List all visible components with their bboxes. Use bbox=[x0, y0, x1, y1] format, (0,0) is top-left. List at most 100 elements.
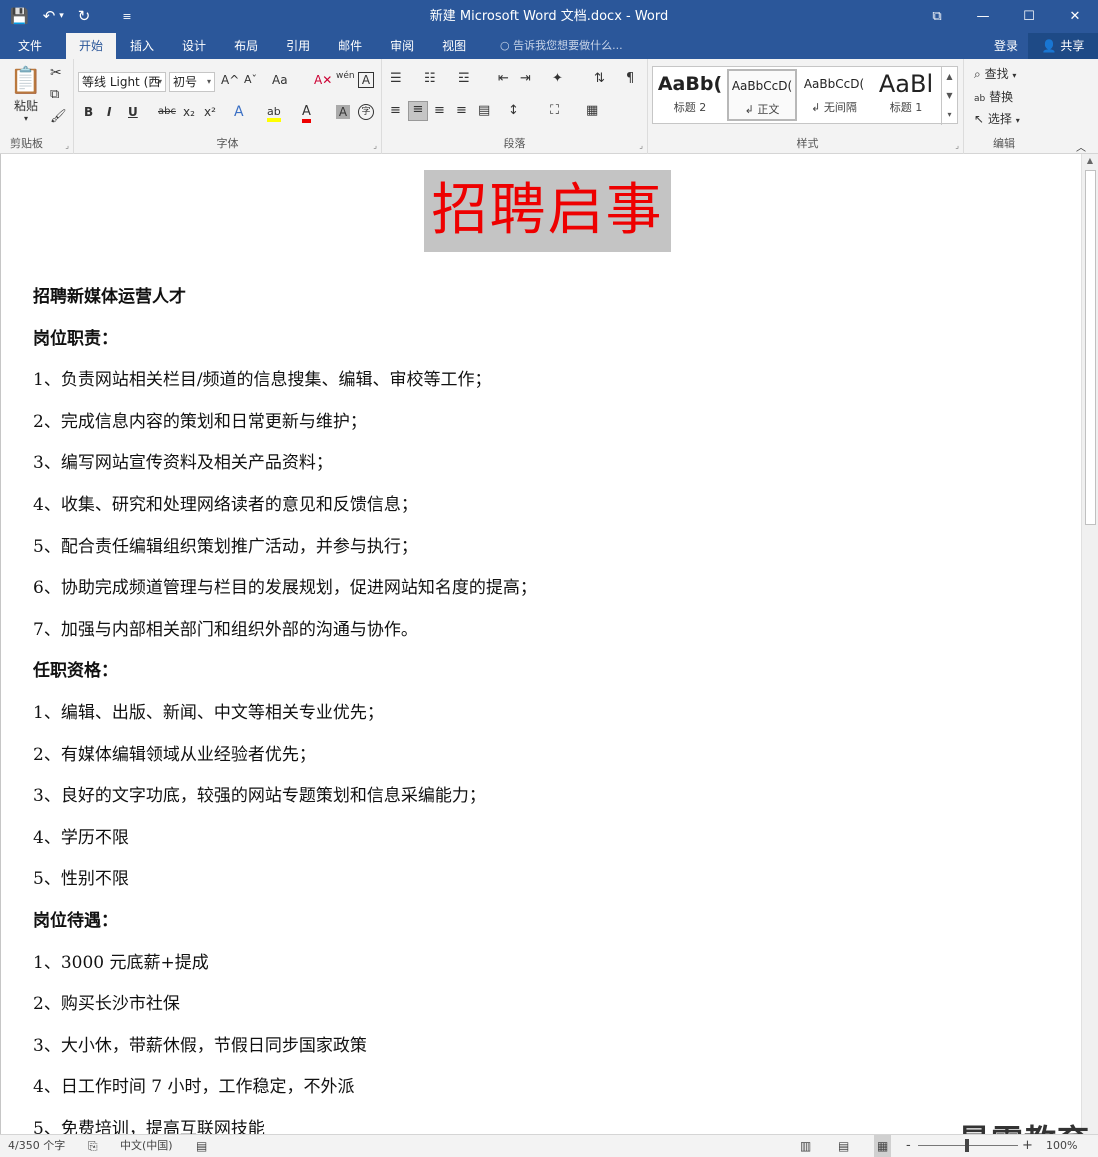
redo-icon[interactable]: ↻ bbox=[78, 0, 91, 33]
collapse-ribbon-icon[interactable]: ︿ bbox=[1076, 139, 1086, 154]
read-mode-icon[interactable]: ▥ bbox=[800, 1135, 811, 1157]
decrease-indent-icon[interactable]: ⇤ bbox=[498, 71, 509, 86]
paragraph-launcher-icon[interactable]: ⌟ bbox=[639, 141, 643, 150]
highlight-button[interactable]: ab bbox=[267, 105, 281, 122]
ribbon-display-options-icon[interactable]: ⧉ bbox=[914, 0, 960, 33]
font-color-button[interactable]: A bbox=[302, 104, 311, 123]
document-area[interactable]: 招聘启事 招聘新媒体运营人才 岗位职责： 1、负责网站相关栏目/频道的信息搜集、编辑… bbox=[0, 154, 1098, 1157]
undo-dropdown-icon[interactable]: ▾ bbox=[59, 0, 64, 33]
zoom-in-button[interactable]: + bbox=[1022, 1135, 1033, 1157]
close-icon[interactable]: ✕ bbox=[1052, 0, 1098, 33]
list-item: 1、编辑、出版、新闻、中文等相关专业优先； bbox=[33, 703, 384, 723]
align-left-icon[interactable]: ≡ bbox=[390, 103, 401, 118]
styles-launcher-icon[interactable]: ⌟ bbox=[955, 141, 959, 150]
tab-insert[interactable]: 插入 bbox=[116, 33, 168, 59]
list-item: 1、3000 元底薪+提成 bbox=[33, 952, 209, 973]
tab-home[interactable]: 开始 bbox=[66, 33, 117, 59]
tab-mailings[interactable]: 邮件 bbox=[324, 33, 376, 59]
format-painter-icon[interactable]: 🖌 bbox=[50, 109, 67, 124]
word-count[interactable]: 4/350 个字 bbox=[8, 1135, 65, 1157]
distributed-icon[interactable]: ▤ bbox=[478, 103, 490, 118]
bold-button[interactable]: B bbox=[84, 105, 93, 119]
underline-button[interactable]: U bbox=[128, 105, 138, 119]
shrink-font-button[interactable]: Aˇ bbox=[244, 73, 257, 86]
chinese-layout-icon[interactable]: ✦ bbox=[552, 71, 563, 86]
shading-icon[interactable]: ⛶ bbox=[550, 103, 559, 118]
bullets-icon[interactable]: ☰ bbox=[390, 71, 402, 86]
italic-button[interactable]: I bbox=[107, 105, 111, 119]
select-button[interactable]: ↖ 选择 ▾ bbox=[974, 110, 1020, 127]
proofing-icon[interactable]: ⎘ bbox=[88, 1135, 98, 1157]
multilevel-list-icon[interactable]: ☲ bbox=[458, 71, 470, 86]
tab-design[interactable]: 设计 bbox=[168, 33, 220, 59]
vertical-scrollbar[interactable]: ▲ bbox=[1081, 154, 1098, 1134]
tab-references[interactable]: 引用 bbox=[272, 33, 324, 59]
clear-formatting-button[interactable]: A✕ bbox=[314, 73, 332, 87]
text-effects-button[interactable]: A bbox=[234, 104, 244, 120]
web-layout-icon[interactable]: ▦ bbox=[874, 1135, 892, 1157]
replace-button[interactable]: ab 替换 bbox=[974, 88, 1013, 105]
align-center-icon[interactable]: ≡ bbox=[408, 101, 428, 121]
increase-indent-icon[interactable]: ⇥ bbox=[520, 71, 531, 86]
style-normal[interactable]: AaBbCcD( ↲ 正文 bbox=[727, 69, 797, 121]
styles-gallery: AaBb( 标题 2 AaBbCcD( ↲ 正文 AaBbCcD( ↲ 无间隔 … bbox=[652, 66, 958, 125]
chevron-up-icon[interactable]: ▲ bbox=[942, 67, 957, 86]
show-marks-icon[interactable]: ¶ bbox=[626, 71, 634, 86]
macro-icon[interactable]: ▤ bbox=[196, 1135, 207, 1157]
grow-font-button[interactable]: A^ bbox=[221, 73, 239, 87]
maximize-icon[interactable]: ☐ bbox=[1006, 0, 1052, 33]
style-no-spacing[interactable]: AaBbCcD( ↲ 无间隔 bbox=[799, 69, 869, 121]
font-name-dropdown[interactable]: 等线 Light (西 ▾ bbox=[78, 72, 166, 92]
style-heading-1[interactable]: AaBl 标题 1 bbox=[871, 69, 941, 121]
enclose-characters-button[interactable]: 字 bbox=[358, 104, 374, 120]
minimize-icon[interactable]: — bbox=[960, 0, 1006, 33]
char-shading-button[interactable]: A bbox=[336, 105, 350, 119]
font-launcher-icon[interactable]: ⌟ bbox=[373, 141, 377, 150]
subscript-button[interactable]: x₂ bbox=[183, 105, 195, 119]
style-heading-2[interactable]: AaBb( 标题 2 bbox=[655, 69, 725, 121]
tell-me-box[interactable]: ○ 告诉我您想要做什么... bbox=[500, 33, 623, 59]
zoom-slider-thumb[interactable] bbox=[965, 1139, 969, 1152]
zoom-out-button[interactable]: - bbox=[906, 1135, 911, 1157]
strikethrough-button[interactable]: abc bbox=[158, 106, 176, 117]
share-button[interactable]: 👤 共享 bbox=[1028, 33, 1098, 59]
language[interactable]: 中文(中国) bbox=[120, 1135, 173, 1157]
change-case-button[interactable]: Aa bbox=[272, 73, 288, 87]
superscript-button[interactable]: x² bbox=[204, 105, 216, 119]
gallery-scroll[interactable]: ▲ ▼ ▾ bbox=[941, 67, 957, 125]
align-right-icon[interactable]: ≡ bbox=[434, 103, 445, 118]
tab-file[interactable]: 文件 bbox=[0, 33, 60, 59]
login-link[interactable]: 登录 bbox=[994, 33, 1018, 59]
chevron-up-icon[interactable]: ▲ bbox=[1082, 156, 1098, 165]
tab-layout[interactable]: 布局 bbox=[220, 33, 272, 59]
line-spacing-icon[interactable]: ↕ bbox=[508, 103, 519, 118]
zoom-level[interactable]: 100% bbox=[1046, 1135, 1077, 1157]
scrollbar-thumb[interactable] bbox=[1085, 170, 1096, 525]
customize-qat-icon[interactable]: ≡ bbox=[122, 0, 131, 33]
list-item: 2、完成信息内容的策划和日常更新与维护； bbox=[33, 411, 367, 432]
print-layout-icon[interactable]: ▤ bbox=[838, 1135, 849, 1157]
justify-icon[interactable]: ≡ bbox=[456, 103, 467, 118]
undo-icon[interactable]: ↶ bbox=[43, 0, 56, 33]
find-button[interactable]: ⌕ 查找 ▾ bbox=[974, 65, 1016, 82]
save-icon[interactable]: 💾 bbox=[10, 0, 29, 33]
borders-icon[interactable]: ▦ bbox=[586, 103, 598, 118]
tab-view[interactable]: 视图 bbox=[428, 33, 480, 59]
clipboard-group: 📋 粘贴 ▾ ✂ ⧉ 🖌 剪贴板 ⌟ bbox=[0, 59, 74, 154]
enclosed-char-button[interactable]: A bbox=[358, 72, 374, 88]
numbering-icon[interactable]: ☷ bbox=[424, 71, 436, 86]
list-item: 6、协助完成频道管理与栏目的发展规划，促进网站知名度的提高； bbox=[33, 578, 537, 599]
list-item: 3、良好的文字功底，较强的网站专题策划和信息采编能力； bbox=[33, 786, 486, 807]
cut-icon[interactable]: ✂ bbox=[50, 65, 62, 81]
clipboard-launcher-icon[interactable]: ⌟ bbox=[65, 141, 69, 150]
cursor-icon: ↖ bbox=[974, 112, 985, 126]
copy-icon[interactable]: ⧉ bbox=[50, 87, 59, 102]
tab-review[interactable]: 审阅 bbox=[376, 33, 428, 59]
font-size-dropdown[interactable]: 初号 ▾ bbox=[169, 72, 215, 92]
paste-button[interactable]: 📋 粘贴 ▾ bbox=[6, 65, 46, 123]
sort-icon[interactable]: ⇅ bbox=[594, 71, 605, 86]
list-item: 5、性别不限 bbox=[33, 869, 129, 890]
chevron-down-icon[interactable]: ▼ bbox=[942, 86, 957, 105]
more-styles-icon[interactable]: ▾ bbox=[942, 105, 957, 124]
phonetic-guide-button[interactable]: wén bbox=[336, 71, 355, 81]
